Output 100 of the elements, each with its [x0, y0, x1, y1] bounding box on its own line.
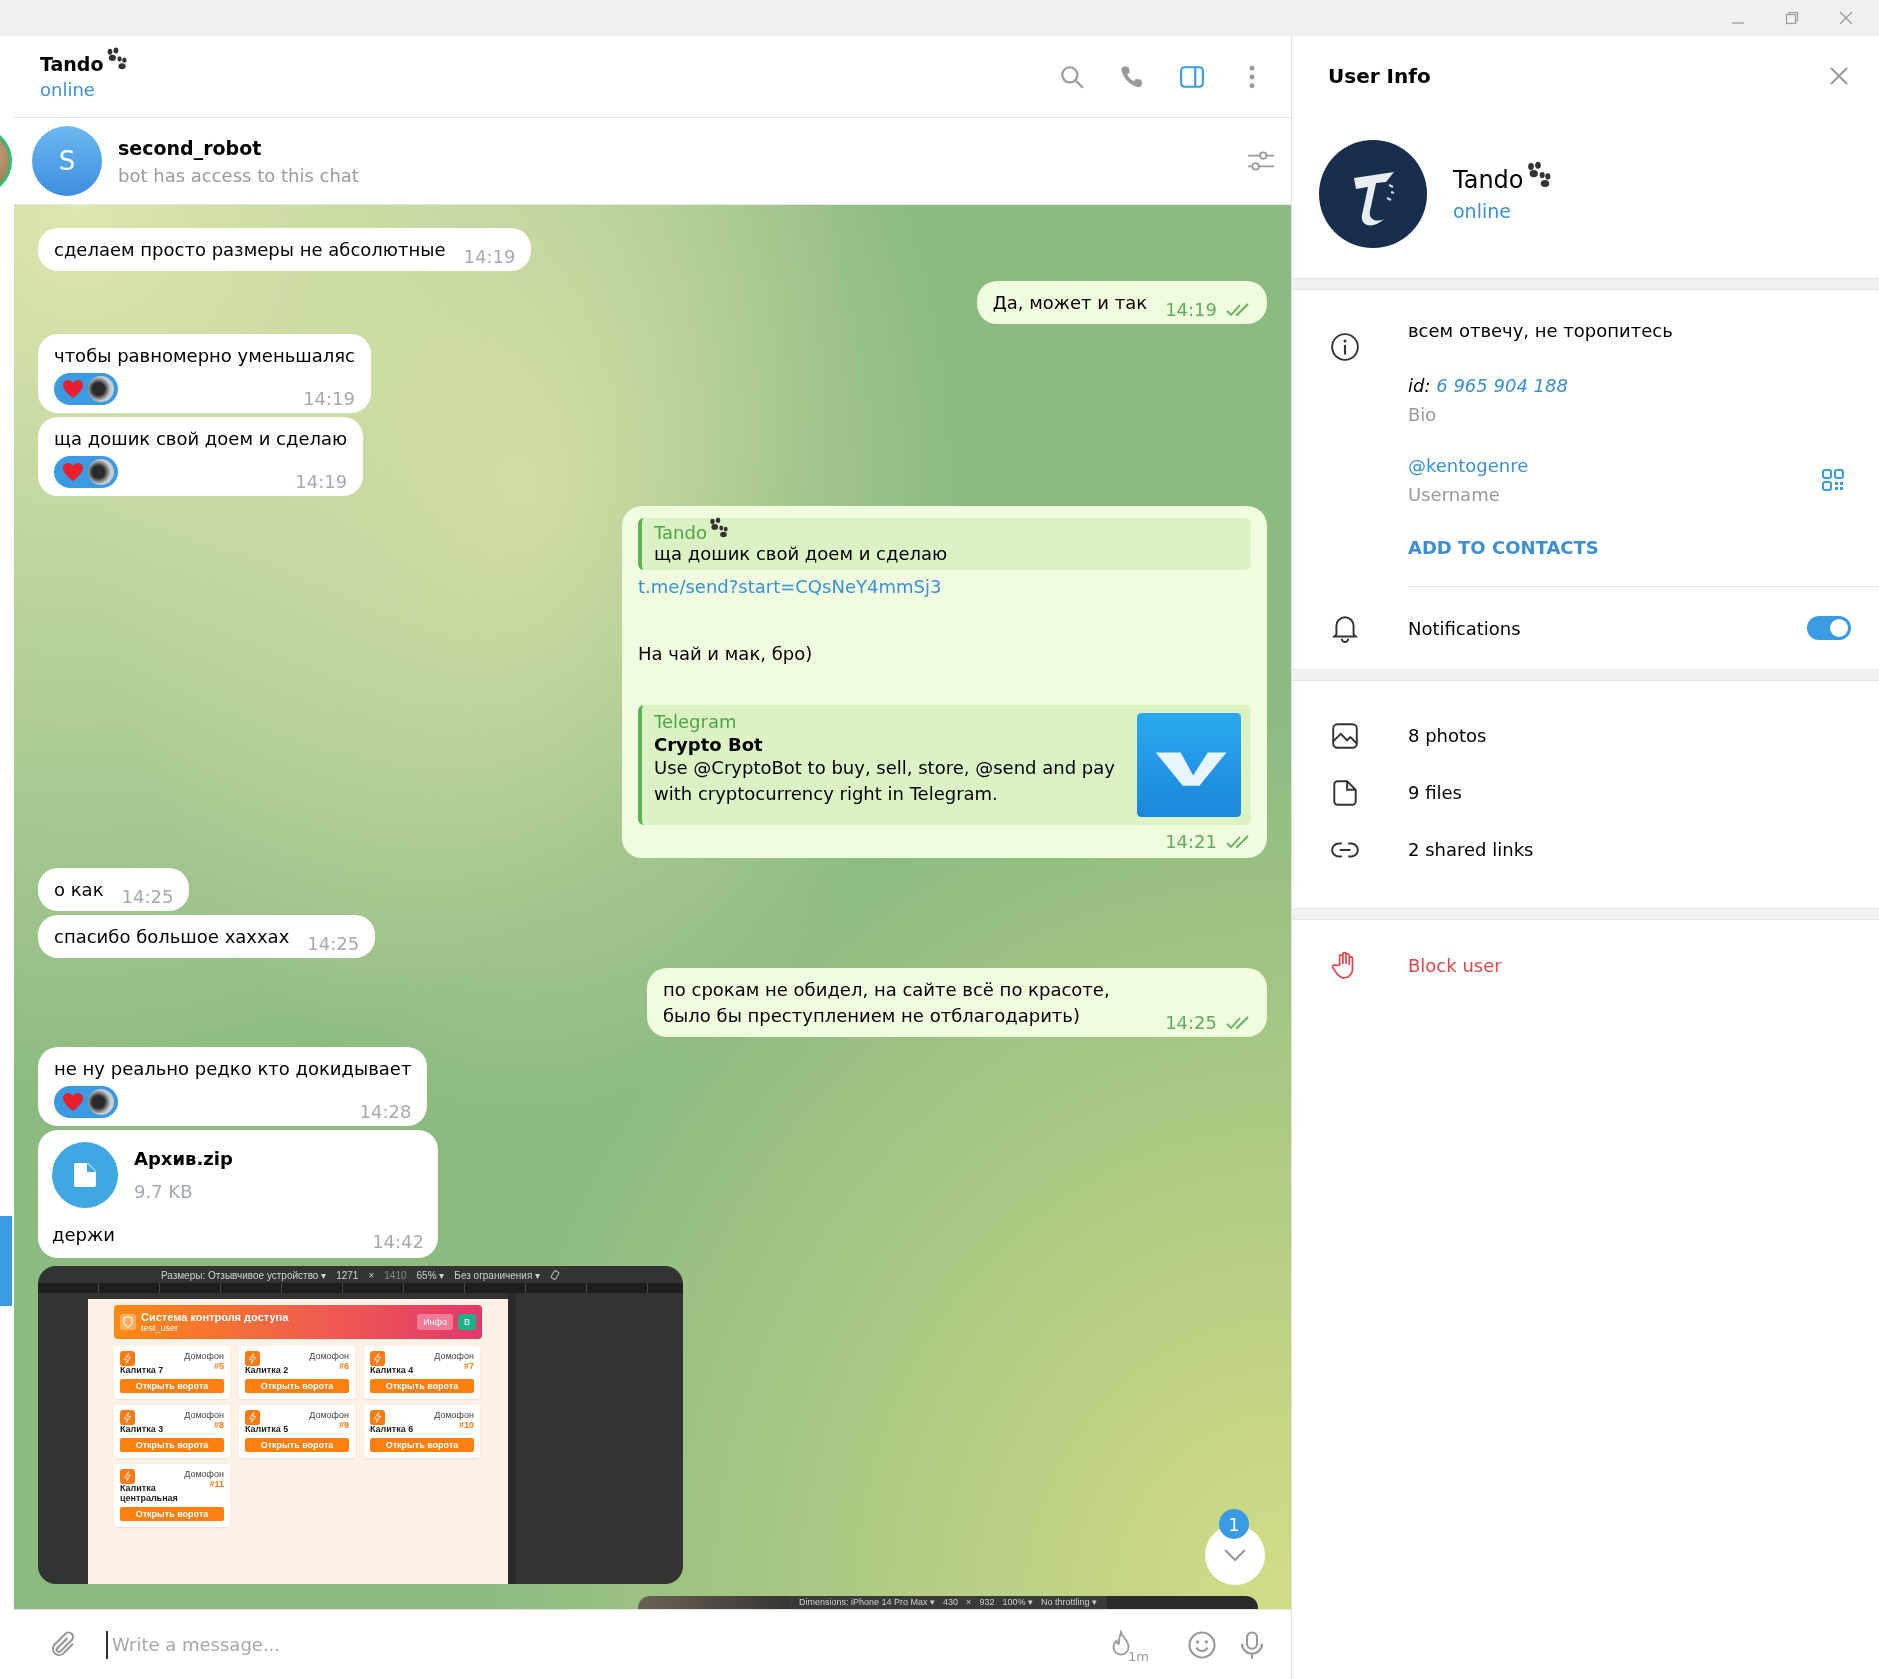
card-number: #11 [209, 1479, 224, 1489]
message-text: На чай и мак, бро) [638, 642, 814, 666]
rotate-icon [550, 1270, 561, 1280]
bolt-icon [120, 1469, 135, 1484]
card-label: Домофон [309, 1410, 349, 1420]
card-label: Домофон [434, 1351, 474, 1361]
message-text: чтобы равномерно уменьшаляс [54, 344, 355, 368]
bio-text: всем отвечу, не торопитесь [1408, 320, 1674, 341]
block-user-item[interactable]: Block user [1292, 920, 1879, 1010]
sidebar-toggle-icon[interactable] [1179, 63, 1205, 90]
timer-label: 1m [1128, 1648, 1149, 1664]
unread-badge: 1 [1219, 1509, 1249, 1539]
id-label: id: [1408, 375, 1431, 396]
card-number: #6 [339, 1361, 349, 1371]
user-id-link[interactable]: 6 965 904 188 [1436, 375, 1568, 396]
add-to-contacts-link[interactable]: ADD TO CONTACTS [1408, 537, 1845, 558]
open-gate-button[interactable]: Открыть ворота [370, 1379, 474, 1393]
open-gate-button[interactable]: Открыть ворота [370, 1438, 474, 1452]
card-title: Калитка центральная [120, 1483, 179, 1503]
media-item[interactable]: 8 photos [1292, 707, 1879, 764]
resize-handle[interactable] [508, 1293, 516, 1584]
restore-icon[interactable] [1785, 11, 1799, 25]
open-gate-button[interactable]: Открыть ворота [120, 1507, 224, 1521]
screenshot-image[interactable]: Dimensions: iPhone 14 Pro Max ▾ 430 × 932 100% ▾ No throttling ▾ [638, 1596, 1258, 1609]
media-item[interactable]: 9 files [1292, 764, 1879, 821]
toolbar-text: 430 [943, 1596, 959, 1608]
bio-label: Bio [1408, 404, 1438, 425]
preview-title: Crypto Bot [654, 734, 764, 755]
file-icon[interactable] [52, 1142, 118, 1208]
close-icon[interactable] [1839, 11, 1853, 25]
media-item[interactable]: 2 shared links [1292, 821, 1879, 878]
file-size: 9.7 KB [134, 1181, 194, 1202]
toolbar-text: Dimensions: iPhone 14 Pro Max ▾ [799, 1596, 936, 1608]
toolbar-text: 100% ▾ [1002, 1596, 1033, 1608]
reply-author: Tando [654, 522, 707, 543]
chat-status: online [40, 79, 96, 100]
reply-quote[interactable]: Tando ща дошик свой доем и сделаю [638, 518, 1251, 570]
bot-avatar: S [32, 126, 102, 196]
bot-logo-icon [1137, 713, 1241, 817]
search-icon[interactable] [1059, 63, 1085, 90]
card-title: Калитка 6 [370, 1424, 415, 1434]
header-button[interactable]: В [458, 1314, 476, 1330]
card-number: #9 [339, 1420, 349, 1430]
message-link[interactable]: t.me/send?start=CQsNeY4mmSj3 [638, 576, 1251, 597]
file-icon [1330, 777, 1360, 808]
card-label: Домофон [184, 1469, 224, 1479]
profile-status: online [1453, 200, 1512, 222]
profile-avatar[interactable] [1319, 140, 1427, 248]
panel-title: User Info [1328, 64, 1431, 88]
toolbar-text: Размеры: Отзывчивое устройство ▾ [160, 1269, 327, 1281]
card-label: Домофон [184, 1351, 224, 1361]
file-name: Архив.zip [134, 1148, 233, 1169]
message-time: 14:25 [1165, 1012, 1217, 1033]
message-time: 14:28 [359, 1101, 412, 1122]
qr-code-icon[interactable] [1821, 468, 1845, 492]
message-text: о как [54, 878, 104, 902]
close-icon[interactable] [1829, 66, 1849, 86]
screenshot-image[interactable] [38, 1266, 683, 1584]
open-gate-button[interactable]: Открыть ворота [245, 1438, 349, 1452]
page-title: Система контроля доступа [141, 1311, 290, 1323]
message-time: 14:21 [1165, 831, 1217, 852]
phone-icon[interactable] [1119, 63, 1145, 90]
notifications-toggle[interactable] [1807, 616, 1851, 640]
message-time: 14:19 [295, 471, 348, 492]
open-gate-button[interactable]: Открыть ворота [120, 1379, 224, 1393]
bolt-icon [370, 1351, 385, 1366]
toolbar-text: × [966, 1596, 972, 1608]
bolt-icon [245, 1351, 260, 1366]
reaction-badge[interactable] [54, 373, 118, 405]
username-link[interactable]: @kentogenre [1408, 455, 1529, 476]
filter-icon[interactable] [1247, 150, 1275, 172]
card-label: Домофон [434, 1410, 474, 1420]
header-button[interactable]: Инфо [417, 1314, 453, 1330]
message-text: не ну реально редко кто докидывает [54, 1057, 412, 1081]
message-time: 14:19 [1165, 299, 1217, 320]
message-text: спасибо большое хаххах [54, 925, 290, 949]
reaction-badge[interactable] [54, 456, 118, 488]
reaction-badge[interactable] [54, 1086, 118, 1118]
link-preview[interactable]: Telegram Crypto Bot Use @CryptoBot to buy, sell, store, @send and pay with cryptocurrency right in Telegram. [638, 705, 1251, 825]
open-gate-button[interactable]: Открыть ворота [245, 1379, 349, 1393]
bolt-icon [120, 1410, 135, 1425]
info-icon [1330, 332, 1360, 362]
chevron-down-icon [1222, 1548, 1248, 1562]
message-time: 14:19 [463, 246, 516, 267]
toolbar-text: 65% ▾ [416, 1269, 445, 1281]
profile-name: Tando [1453, 166, 1524, 194]
bot-access-note: bot has access to this chat [118, 164, 360, 186]
bolt-icon [370, 1410, 385, 1425]
message-text: держи [52, 1223, 115, 1247]
card-title: Калитка 2 [245, 1365, 290, 1375]
message-time: 14:25 [121, 886, 174, 907]
chat-title: Tando [40, 53, 104, 75]
toolbar-text: 932 [979, 1596, 995, 1608]
emoji-icon[interactable] [1187, 1629, 1217, 1660]
toolbar-text: × [368, 1269, 375, 1281]
message-time: 14:19 [303, 388, 355, 409]
card-label: Домофон [184, 1410, 224, 1420]
open-gate-button[interactable]: Открыть ворота [120, 1438, 224, 1452]
message-text: Да, может и так [992, 291, 1148, 315]
bolt-icon [120, 1351, 135, 1366]
